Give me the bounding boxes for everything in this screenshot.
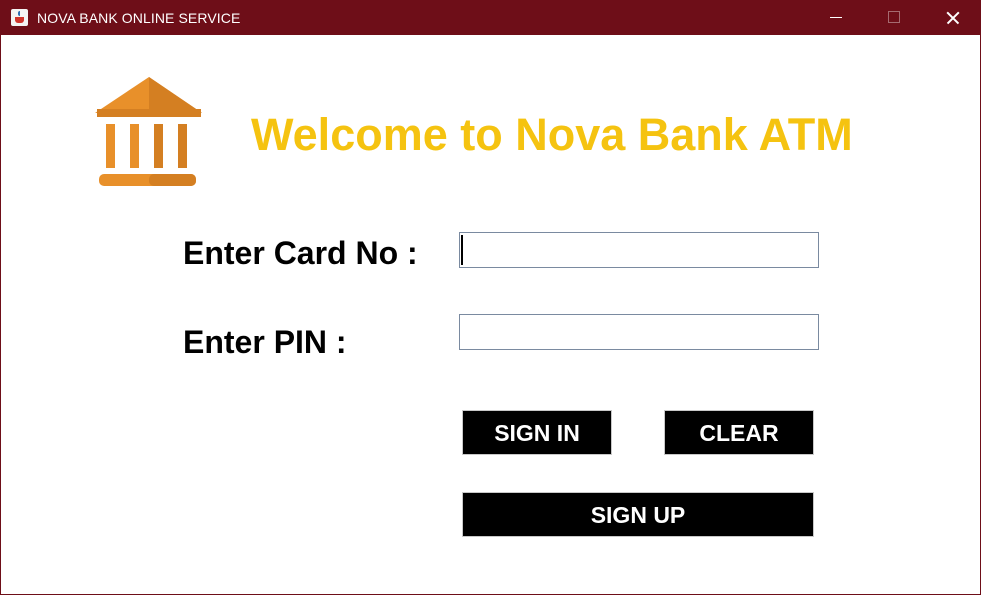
window-title: NOVA BANK ONLINE SERVICE	[37, 10, 241, 26]
minimize-button[interactable]	[809, 1, 863, 35]
maximize-icon	[888, 11, 900, 23]
sign-up-button[interactable]: SIGN UP	[462, 492, 814, 537]
sign-in-button[interactable]: SIGN IN	[462, 410, 612, 455]
card-number-input[interactable]	[459, 232, 819, 268]
app-window: NOVA BANK ONLINE SERVICE Welcome to Nova…	[0, 0, 981, 595]
minimize-icon	[830, 17, 842, 18]
title-bar[interactable]: NOVA BANK ONLINE SERVICE	[1, 1, 980, 35]
bank-building-icon	[65, 49, 235, 219]
card-number-label: Enter Card No :	[183, 235, 418, 271]
java-cup-icon	[11, 9, 28, 26]
maximize-button[interactable]	[867, 1, 921, 35]
pin-input[interactable]	[459, 314, 819, 350]
welcome-heading: Welcome to Nova Bank ATM	[251, 109, 853, 160]
text-caret	[461, 235, 463, 265]
close-button[interactable]	[925, 1, 979, 35]
clear-button[interactable]: CLEAR	[664, 410, 814, 455]
pin-label: Enter PIN :	[183, 324, 347, 360]
